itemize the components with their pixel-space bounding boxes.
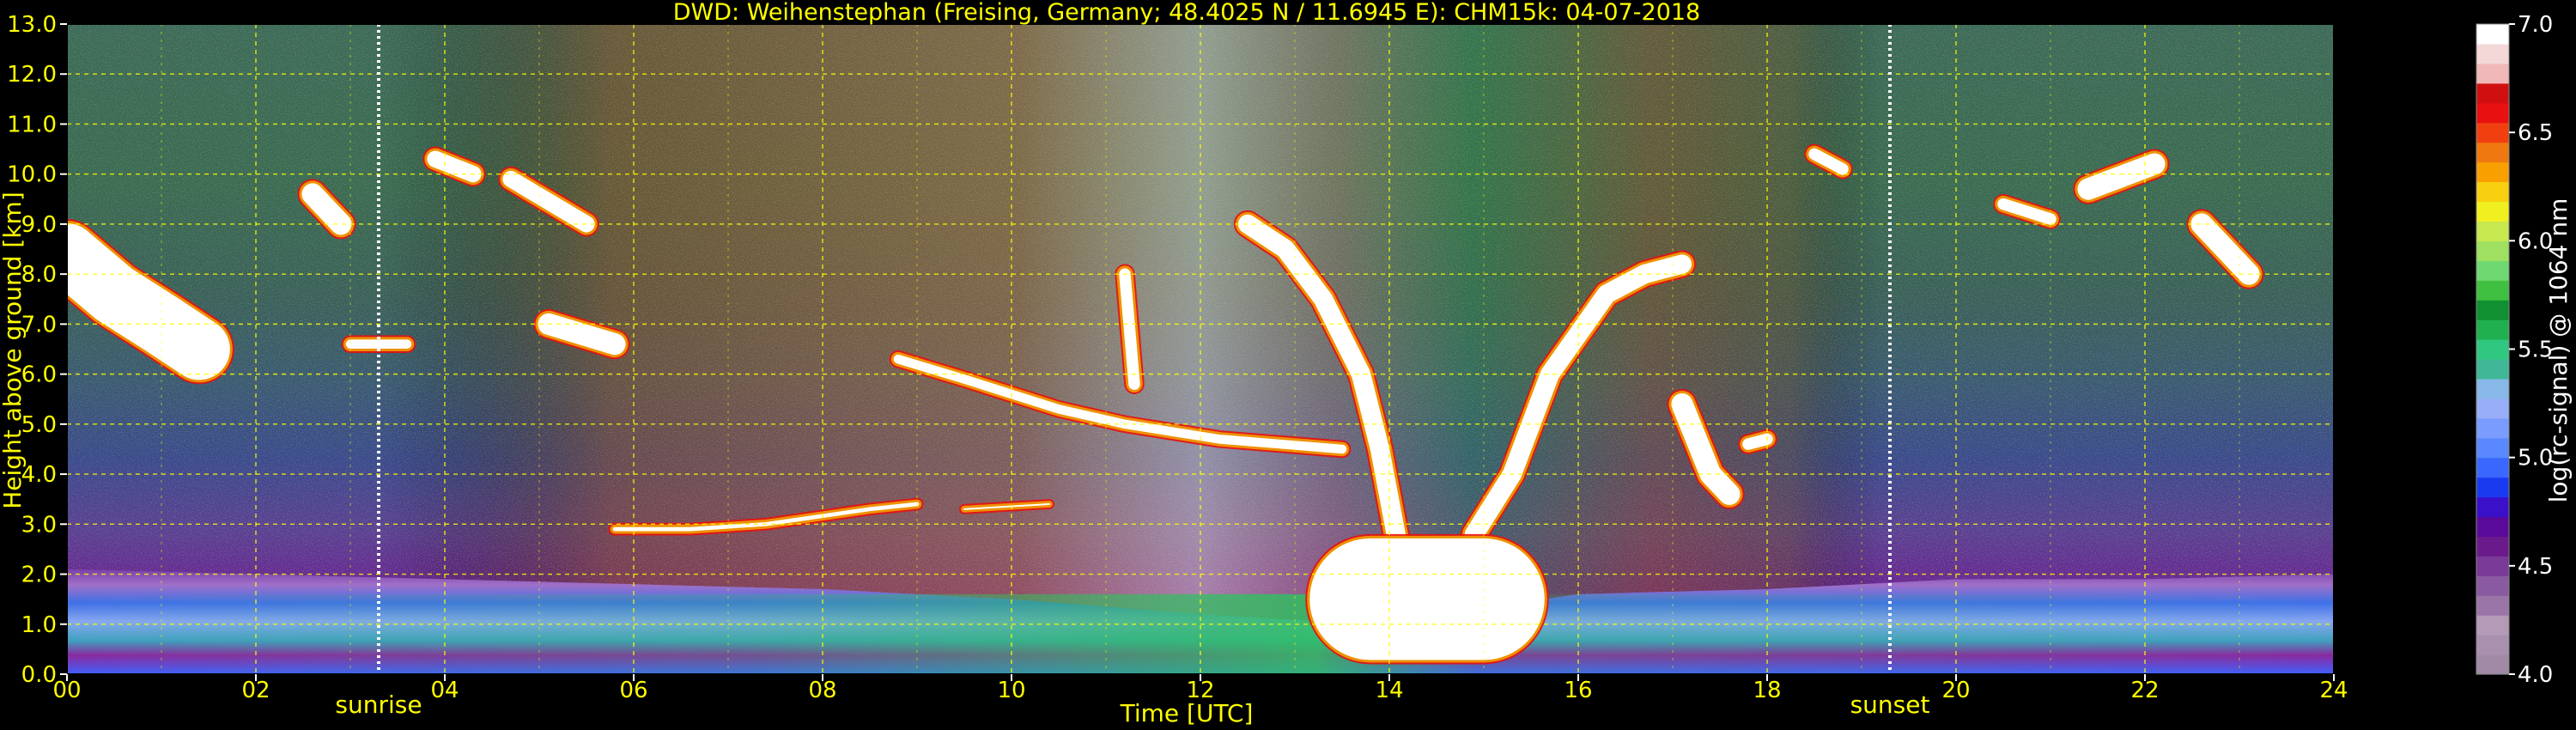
colorbar-swatch bbox=[2476, 437, 2509, 459]
colorbar-swatch bbox=[2476, 142, 2509, 163]
colorbar-swatch bbox=[2476, 358, 2509, 380]
colorbar-swatch bbox=[2476, 63, 2509, 84]
y-axis-label: Height above ground [km] bbox=[0, 192, 27, 509]
y-tick-label: 10.0 bbox=[7, 162, 57, 188]
y-tick-label: 0.0 bbox=[21, 662, 57, 688]
colorbar-swatch bbox=[2476, 516, 2509, 538]
colorbar-swatch bbox=[2476, 477, 2509, 498]
colorbar-swatch bbox=[2476, 615, 2509, 636]
y-tick-label: 11.0 bbox=[7, 112, 57, 137]
x-tick-label: 22 bbox=[2130, 678, 2159, 703]
colorbar-swatch bbox=[2476, 378, 2509, 399]
x-tick-label: 16 bbox=[1564, 678, 1592, 703]
cloud-segment bbox=[297, 179, 356, 240]
colorbar-tick-label: 7.0 bbox=[2518, 12, 2553, 38]
cloud-segment bbox=[1738, 429, 1777, 454]
x-axis-label: Time [UTC] bbox=[1120, 699, 1254, 727]
colorbar-swatch bbox=[2476, 339, 2509, 360]
cloud-segment bbox=[1804, 143, 1853, 179]
colorbar-swatch bbox=[2476, 319, 2509, 340]
colorbar-swatch bbox=[2476, 240, 2509, 261]
colorbar-swatch bbox=[2476, 280, 2509, 301]
colorbar: 4.04.55.05.56.06.57.0 bbox=[2476, 12, 2553, 688]
y-tick-label: 2.0 bbox=[21, 563, 57, 588]
x-tick-label: 00 bbox=[52, 678, 81, 703]
colorbar-swatch bbox=[2476, 556, 2509, 576]
cloud-segment bbox=[1993, 193, 2061, 229]
y-tick-label: 1.0 bbox=[21, 612, 57, 638]
colorbar-label: log(rc-signal) @ 1064 nm bbox=[2544, 198, 2573, 503]
x-tick-label: 14 bbox=[1375, 678, 1403, 703]
lidar-backscatter-figure: sunrise sunset 0.01.02.03.04.05.06.07.08.… bbox=[0, 0, 2573, 727]
sunset-label: sunset bbox=[1850, 690, 1930, 719]
y-tick-label: 13.0 bbox=[7, 12, 57, 38]
colorbar-swatch bbox=[2476, 43, 2509, 64]
colorbar-swatch bbox=[2476, 417, 2509, 439]
colorbar-swatch bbox=[2476, 300, 2509, 320]
y-tick-label: 3.0 bbox=[21, 512, 57, 538]
cloud-segment bbox=[959, 499, 1054, 514]
x-tick-label: 18 bbox=[1753, 678, 1781, 703]
chart-title: DWD: Weihenstephan (Freising, Germany; 4… bbox=[673, 0, 1701, 26]
x-tick-label: 04 bbox=[430, 678, 459, 703]
x-tick-label: 24 bbox=[2319, 678, 2348, 703]
colorbar-swatch bbox=[2476, 457, 2509, 478]
sunrise-label: sunrise bbox=[335, 690, 422, 719]
colorbar-tick-label: 4.5 bbox=[2518, 554, 2553, 580]
x-tick-label: 20 bbox=[1941, 678, 1970, 703]
colorbar-swatch bbox=[2476, 398, 2509, 419]
colorbar-swatch bbox=[2476, 82, 2509, 104]
colorbar-tick-label: 4.0 bbox=[2518, 662, 2553, 688]
x-tick-label: 06 bbox=[619, 678, 647, 703]
colorbar-swatch bbox=[2476, 654, 2509, 675]
y-tick-label: 12.0 bbox=[7, 62, 57, 88]
colorbar-swatch bbox=[2476, 221, 2509, 241]
colorbar-swatch bbox=[2476, 181, 2509, 203]
colorbar-swatch bbox=[2476, 201, 2509, 222]
colorbar-swatch bbox=[2476, 122, 2509, 143]
x-tick-label: 02 bbox=[241, 678, 270, 703]
colorbar-swatch bbox=[2476, 260, 2509, 281]
x-tick-label: 08 bbox=[808, 678, 836, 703]
colorbar-swatch bbox=[2476, 24, 2509, 45]
colorbar-swatch bbox=[2476, 595, 2509, 616]
colorbar-tick-label: 6.5 bbox=[2518, 120, 2553, 146]
colorbar-swatch bbox=[2476, 161, 2509, 183]
colorbar-swatch bbox=[2476, 635, 2509, 655]
colorbar-swatch bbox=[2476, 575, 2509, 596]
colorbar-swatch bbox=[2476, 496, 2509, 518]
colorbar-swatch bbox=[2476, 536, 2509, 557]
x-tick-label: 10 bbox=[997, 678, 1025, 703]
cloud-segment bbox=[533, 308, 630, 360]
colorbar-swatch bbox=[2476, 102, 2509, 124]
cloud-segment bbox=[1115, 264, 1145, 394]
cloud-segment bbox=[422, 146, 486, 187]
